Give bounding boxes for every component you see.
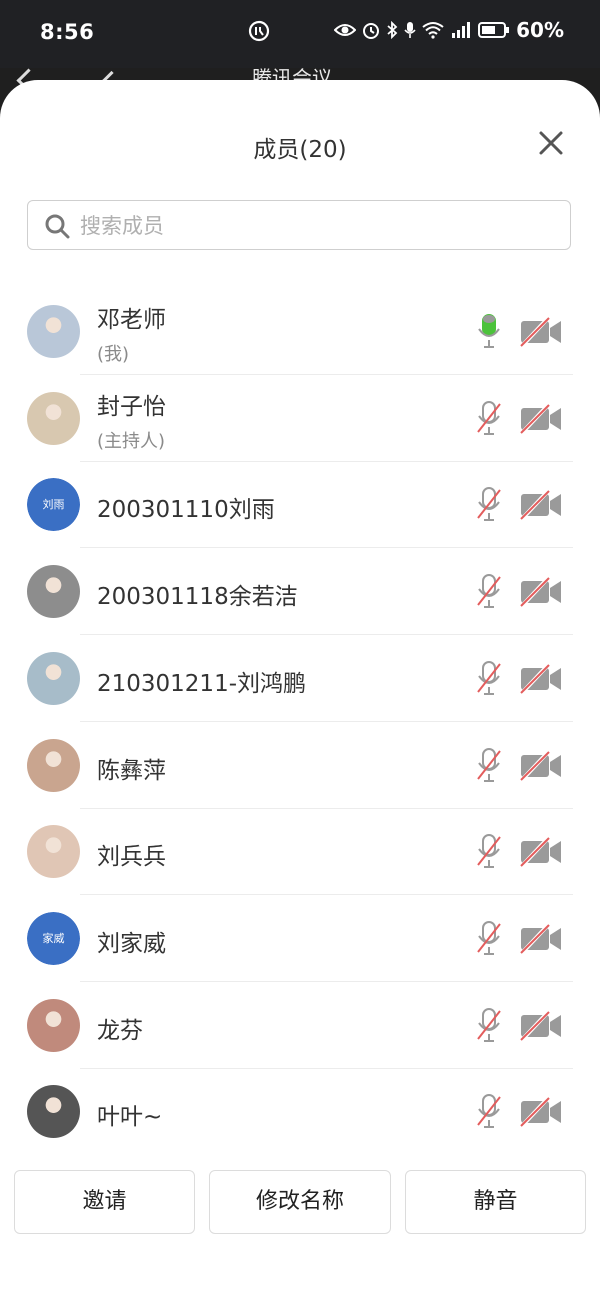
camera-off-icon[interactable] [519, 1009, 563, 1042]
alarm-icon [363, 23, 380, 39]
sync-icon [248, 20, 270, 42]
member-name: 邓老师 [97, 307, 166, 333]
avatar: 家威 [27, 911, 80, 965]
signal-icon [452, 22, 471, 38]
member-row[interactable]: 封子怡 (主持人) [0, 376, 600, 462]
member-row[interactable]: 200301118余若洁 [0, 549, 600, 636]
invite-button[interactable]: 邀请 [14, 1170, 195, 1234]
battery-level: 60% [516, 18, 564, 42]
camera-off-icon[interactable] [519, 489, 563, 522]
member-row[interactable]: 刘雨 200301110刘雨 [0, 462, 600, 549]
mic-muted-icon[interactable] [474, 573, 504, 609]
member-name: 200301118余若洁 [97, 584, 298, 611]
camera-off-icon[interactable] [519, 315, 563, 349]
mic-muted-icon[interactable] [474, 920, 504, 956]
avatar: 刘雨 [27, 478, 80, 532]
avatar [27, 1085, 80, 1139]
rename-button[interactable]: 修改名称 [209, 1170, 391, 1234]
status-icons: 60% [334, 18, 564, 42]
avatar [27, 391, 80, 445]
member-role: (我) [97, 344, 130, 365]
member-name: 封子怡 [97, 393, 166, 420]
camera-off-icon[interactable] [519, 402, 563, 436]
search-box[interactable] [27, 200, 571, 250]
member-name: 陈彝萍 [97, 757, 166, 784]
bluetooth-icon [387, 21, 398, 39]
member-row[interactable]: 叶叶~ [0, 1069, 600, 1155]
camera-off-icon[interactable] [519, 835, 563, 869]
status-time: 8:56 [40, 20, 95, 44]
mic-muted-icon[interactable] [474, 1007, 504, 1043]
mic-status-icon [404, 22, 416, 38]
mic-muted-icon[interactable] [474, 833, 504, 869]
camera-off-icon[interactable] [519, 662, 563, 696]
mic-muted-icon[interactable] [474, 660, 504, 696]
eye-icon [334, 24, 357, 36]
member-name: 刘家威 [97, 930, 166, 957]
search-input[interactable] [78, 209, 552, 243]
status-bar: 8:56 60% [0, 0, 600, 68]
camera-off-icon[interactable] [519, 575, 563, 609]
member-row[interactable]: 刘兵兵 [0, 809, 600, 896]
mic-muted-icon[interactable] [474, 486, 504, 522]
avatar [27, 825, 80, 879]
members-sheet: 成员(20) 邓老师 (我) 封子怡 (主持人) 刘雨 200301110刘雨 [0, 80, 600, 1300]
member-row[interactable]: 陈彝萍 [0, 723, 600, 809]
avatar-initials: 家威 [27, 911, 80, 965]
mic-muted-icon[interactable] [474, 1093, 504, 1129]
mic-muted-icon[interactable] [474, 747, 504, 783]
close-icon[interactable] [536, 128, 566, 158]
member-row[interactable]: 210301211-刘鸿鹏 [0, 636, 600, 722]
member-name: 叶叶~ [97, 1104, 163, 1131]
member-name: 刘兵兵 [97, 844, 166, 871]
mic-on-icon[interactable] [474, 313, 504, 349]
camera-off-icon[interactable] [519, 1095, 563, 1129]
avatar [27, 738, 80, 792]
avatar [27, 998, 80, 1052]
wifi-icon [422, 22, 444, 39]
avatar [27, 565, 80, 619]
avatar [27, 305, 80, 358]
sheet-title: 成员(20) [253, 137, 347, 163]
camera-off-icon[interactable] [519, 922, 563, 956]
mic-muted-icon[interactable] [474, 400, 504, 436]
camera-off-icon[interactable] [519, 749, 563, 782]
member-row[interactable]: 龙芬 [0, 983, 600, 1069]
member-name: 龙芬 [97, 1017, 143, 1044]
member-row[interactable]: 家威 刘家威 [0, 896, 600, 982]
member-name: 210301211-刘鸿鹏 [97, 670, 306, 697]
avatar [27, 651, 80, 705]
avatar-initials: 刘雨 [27, 478, 80, 532]
search-icon [45, 214, 70, 239]
mute-all-button[interactable]: 静音 [405, 1170, 586, 1234]
battery-icon [478, 22, 510, 38]
member-role: (主持人) [97, 430, 166, 452]
member-row[interactable]: 邓老师 (我) [0, 289, 600, 375]
member-name: 200301110刘雨 [97, 497, 275, 524]
